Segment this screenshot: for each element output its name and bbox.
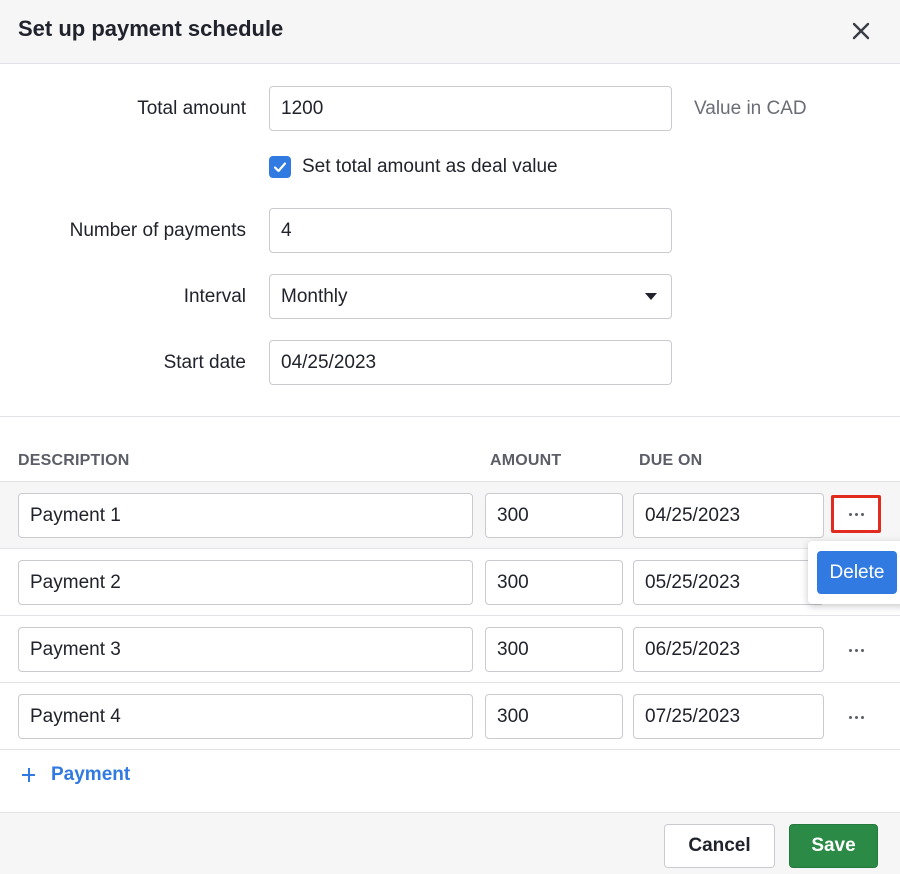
amount-input[interactable]: 300 xyxy=(485,493,623,538)
description-input[interactable]: Payment 3 xyxy=(18,627,473,672)
cancel-button[interactable]: Cancel xyxy=(664,824,775,868)
close-icon[interactable] xyxy=(846,16,876,46)
table-row: Payment 1 300 04/25/2023 xyxy=(0,482,900,549)
interval-value: Monthly xyxy=(281,286,348,307)
start-date-label: Start date xyxy=(163,352,246,373)
deal-value-checkbox[interactable] xyxy=(269,156,291,178)
more-options-icon[interactable] xyxy=(831,495,881,533)
num-payments-input[interactable]: 4 xyxy=(269,208,672,253)
table-row: Payment 4 300 07/25/2023 xyxy=(0,683,900,750)
table-row: Payment 3 300 06/25/2023 xyxy=(0,616,900,683)
more-options-icon[interactable] xyxy=(838,636,874,664)
num-payments-label: Number of payments xyxy=(69,220,246,241)
due-date-input[interactable]: 05/25/2023 xyxy=(633,560,824,605)
dialog-title: Set up payment schedule xyxy=(18,16,284,41)
interval-label: Interval xyxy=(183,286,246,307)
due-date-input[interactable]: 06/25/2023 xyxy=(633,627,824,672)
section-divider xyxy=(0,416,900,417)
chevron-down-icon xyxy=(645,293,657,300)
total-amount-input[interactable]: 1200 xyxy=(269,86,672,131)
deal-value-row: Set total amount as deal value xyxy=(269,155,558,179)
start-date-input[interactable]: 04/25/2023 xyxy=(269,340,672,385)
save-button[interactable]: Save xyxy=(789,824,878,868)
due-date-input[interactable]: 07/25/2023 xyxy=(633,694,824,739)
amount-input[interactable]: 300 xyxy=(485,694,623,739)
add-payment-button[interactable]: Payment xyxy=(18,764,130,786)
total-amount-label: Total amount xyxy=(137,98,246,119)
due-date-input[interactable]: 04/25/2023 xyxy=(633,493,824,538)
description-input[interactable]: Payment 2 xyxy=(18,560,473,605)
col-header-due-on: DUE ON xyxy=(639,452,703,469)
amount-input[interactable]: 300 xyxy=(485,627,623,672)
description-input[interactable]: Payment 4 xyxy=(18,694,473,739)
row-actions-popover: Delete xyxy=(808,541,900,604)
deal-value-label: Set total amount as deal value xyxy=(302,156,558,177)
dialog-footer: Cancel Save xyxy=(0,812,900,874)
more-options-icon[interactable] xyxy=(838,703,874,731)
col-header-amount: AMOUNT xyxy=(490,452,562,469)
table-row: Payment 2 300 05/25/2023 xyxy=(0,549,900,616)
delete-button[interactable]: Delete xyxy=(817,551,897,594)
checkmark-icon xyxy=(273,162,287,173)
description-input[interactable]: Payment 1 xyxy=(18,493,473,538)
col-header-description: DESCRIPTION xyxy=(18,452,130,469)
amount-input[interactable]: 300 xyxy=(485,560,623,605)
plus-icon xyxy=(18,765,38,785)
interval-select[interactable]: Monthly xyxy=(269,274,672,319)
dialog-header: Set up payment schedule xyxy=(0,0,900,64)
currency-hint: Value in CAD xyxy=(694,98,807,119)
add-payment-label: Payment xyxy=(51,764,131,785)
